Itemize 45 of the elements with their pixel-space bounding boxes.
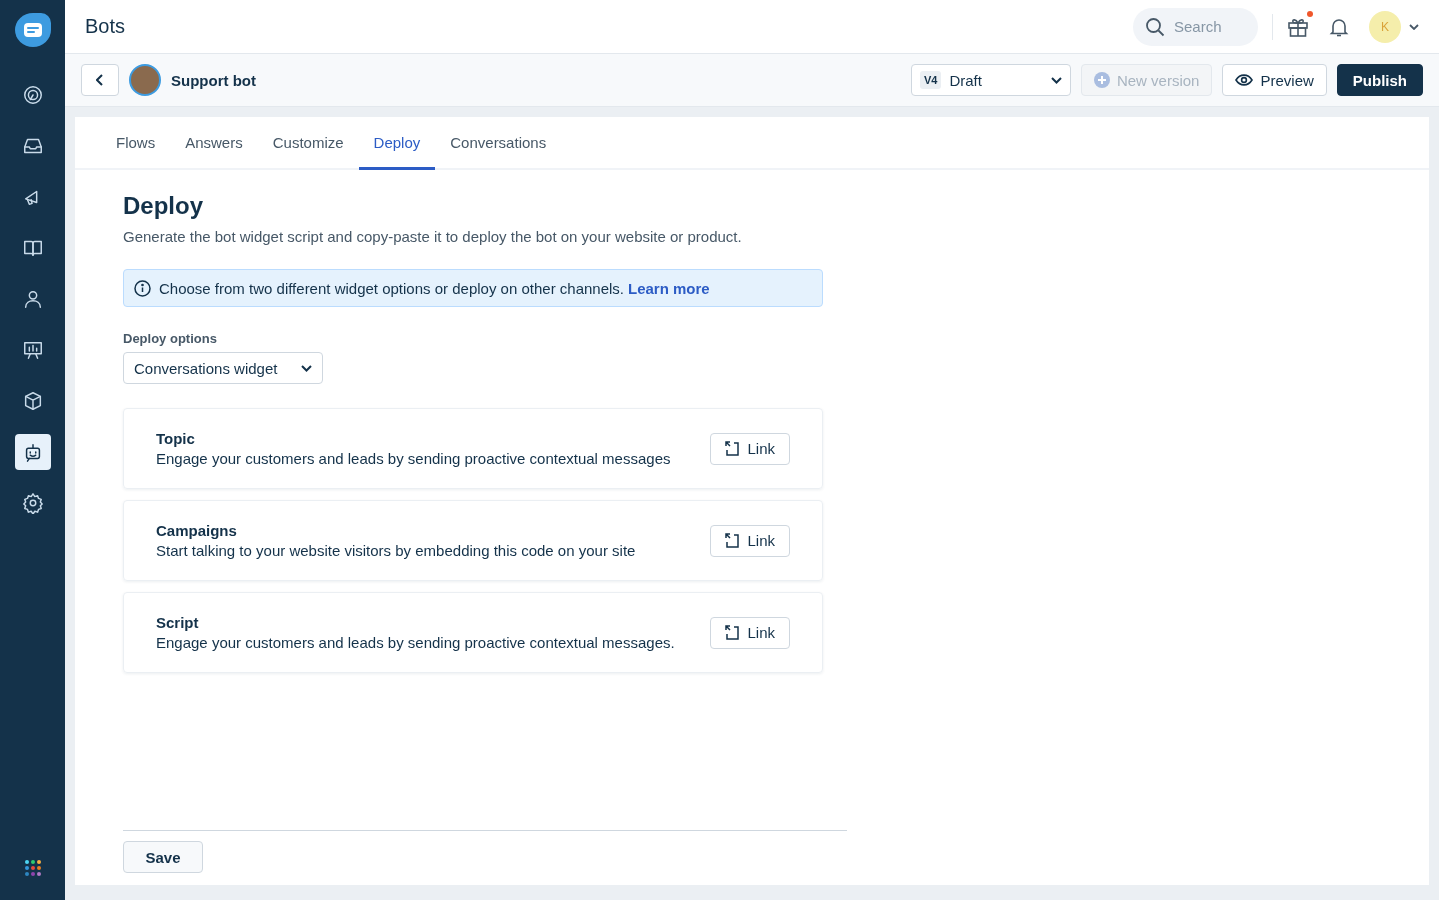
publish-button[interactable]: Publish [1336,64,1423,96]
link-button[interactable]: Link [710,432,790,465]
link-icon [725,533,741,548]
tab[interactable]: Customize [257,117,359,170]
option-description: Engage your customers and leads by sending proactive contextual messages [156,450,672,467]
chevron-down-icon [301,364,312,372]
section-title: Deploy [123,192,204,220]
search-field[interactable]: Search [1133,7,1258,46]
chevron-down-icon[interactable] [1409,23,1419,30]
link-icon [725,625,741,640]
option-title: Script [156,614,200,631]
version-badge: V4 [919,71,942,89]
link-button[interactable]: Link [710,616,790,649]
tab[interactable]: Deploy [358,117,436,170]
option-title: Topic [156,430,196,447]
option-description: Engage your customers and leads by sending proactive contextual messages. [156,634,676,651]
tab[interactable]: Conversations [435,117,562,170]
robot-icon[interactable] [14,434,51,470]
preview-button[interactable]: Preview [1222,64,1327,96]
chevron-left-icon [96,74,104,86]
back-button[interactable] [81,64,119,96]
bot-name: Support bot [171,71,256,89]
page-title: Bots [85,15,126,38]
bell-icon[interactable] [1329,16,1349,37]
bot-avatar-photo-placeholder [129,64,161,96]
tab[interactable]: Answers [170,117,258,170]
link-button[interactable]: Link [710,524,790,557]
tab[interactable]: Flows [101,117,171,170]
version-value: Draft [949,71,983,89]
deploy-options-dropdown[interactable]: Conversations widget [123,352,323,384]
link-icon [725,441,741,456]
apps-grid-icon[interactable] [23,859,42,877]
learn-more-link[interactable]: Learn more [628,279,710,297]
info-icon [134,279,151,297]
plus-circle-icon [1093,72,1110,88]
chat-bubble-logo-icon[interactable] [14,13,51,47]
section-description: Generate the bot widget script and copy-paste it to deploy the bot on your website or product. [123,228,743,245]
eye-icon [1235,74,1254,86]
field-label: Deploy options [123,331,218,346]
chevron-down-icon [1050,76,1062,84]
save-button[interactable]: Save [123,841,203,873]
version-dropdown[interactable]: V4 Draft [910,64,1071,96]
option-title: Campaigns [156,522,238,539]
info-text: Choose from two different widget options or deploy on other channels. [159,279,624,297]
option-description: Start talking to your website visitors by embedding this code on your site [156,542,637,559]
